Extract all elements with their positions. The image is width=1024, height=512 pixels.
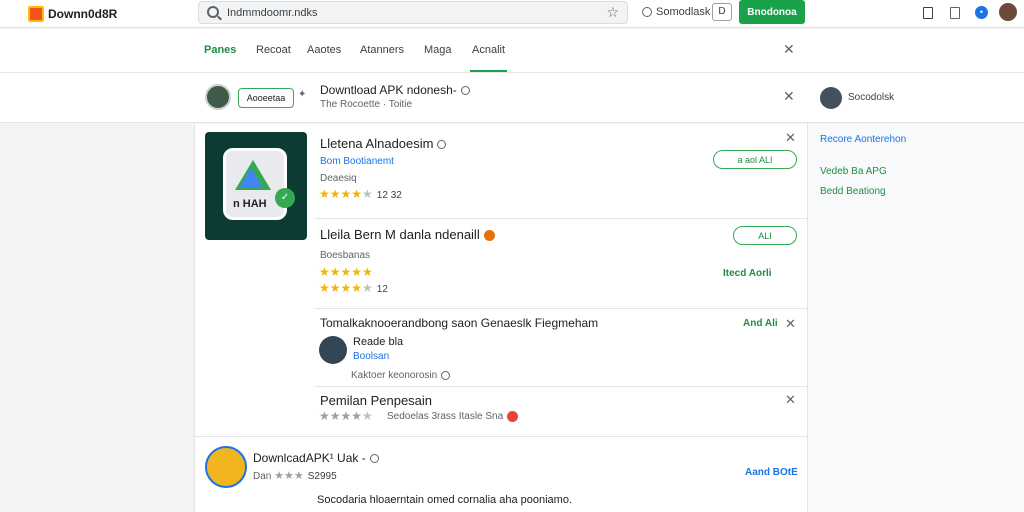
- verified-icon: [460, 86, 470, 96]
- result-title[interactable]: Pemilan Penpesain: [320, 393, 432, 408]
- right-sidebar: Recore Aonterehon Vedeb Ba APG Bedd Beat…: [808, 124, 1024, 512]
- tab-recent[interactable]: Recoat: [256, 44, 291, 56]
- results-column: n HAH ✓ Lletena Alnadoesim Bom Bootianem…: [194, 124, 809, 512]
- status-text: Somodlask: [656, 6, 711, 18]
- tab-panes[interactable]: Panes: [204, 44, 236, 56]
- result-title[interactable]: DownlcadAPK¹ Uak -: [253, 451, 379, 465]
- notification-icon[interactable]: •: [975, 6, 988, 19]
- author-name: Reade bla: [353, 336, 404, 348]
- context-title: Downtload APK ndonesh-: [320, 83, 470, 97]
- check-icon: ✓: [275, 188, 295, 208]
- tab-answers[interactable]: Atanners: [360, 44, 404, 56]
- publisher-link[interactable]: Bom Bootianemt: [320, 156, 394, 167]
- download-button[interactable]: Bnodonoa: [739, 0, 805, 24]
- rating-stars: ★★★★★: [319, 409, 373, 423]
- rating-text: 12: [376, 284, 388, 295]
- logo-icon: [28, 6, 44, 22]
- tab-maga[interactable]: Maga: [424, 44, 452, 56]
- result-meta: Sedoelas 3rass Itasle Sna: [387, 411, 519, 422]
- result-title[interactable]: Lletena Alnadoesim: [320, 136, 447, 151]
- rating-stars: ★★★★★ 12: [319, 281, 388, 295]
- install-button[interactable]: ALI: [733, 226, 797, 245]
- close-icon[interactable]: ✕: [785, 316, 796, 332]
- context-subtitle: The Rocoette · Toitie: [320, 99, 413, 110]
- sidebar-link[interactable]: Bedd Beationg: [820, 186, 886, 197]
- divider: [315, 308, 809, 309]
- share-icon[interactable]: [950, 7, 960, 19]
- tab-notes[interactable]: Aaotes: [307, 44, 341, 56]
- divider: [315, 218, 809, 219]
- context-pill[interactable]: Aooeetaa: [238, 88, 294, 108]
- result-count: S2995: [307, 471, 337, 482]
- sidebar-link[interactable]: Vedeb Ba APG: [820, 166, 887, 177]
- verified-icon: [437, 140, 447, 150]
- close-icon[interactable]: ✕: [783, 88, 795, 105]
- logo-text: Downn0d8R: [48, 7, 118, 21]
- result-sub: Dan ★★★ S2995: [253, 470, 337, 482]
- rating-text: 12 32: [376, 190, 402, 201]
- rating-stars: ★★★★★: [319, 265, 373, 279]
- search-icon: [207, 6, 219, 18]
- divider: [195, 436, 809, 437]
- profile-avatar[interactable]: [999, 3, 1017, 21]
- user-avatar[interactable]: [205, 84, 231, 110]
- install-button[interactable]: a aol ALI: [713, 150, 797, 169]
- badge-icon: [483, 230, 495, 242]
- user-avatar[interactable]: [820, 87, 842, 109]
- secondary-action[interactable]: Itecd Aorli: [723, 268, 772, 279]
- context-bar: Aooeetaa ✦ Downtload APK ndonesh- The Ro…: [0, 73, 1024, 123]
- clock-icon: [642, 7, 652, 17]
- bookmark-icon[interactable]: [923, 7, 933, 19]
- alert-icon: [507, 411, 519, 422]
- app-avatar[interactable]: [205, 446, 247, 488]
- result-description: Socodaria hloaerntain omed cornalia aha …: [317, 494, 573, 506]
- verified-icon: [441, 370, 451, 380]
- star-icon[interactable]: ☆: [606, 4, 619, 21]
- close-icon[interactable]: ✕: [785, 130, 796, 146]
- author-link[interactable]: Boolsan: [353, 351, 389, 362]
- app-icon[interactable]: n HAH ✓: [205, 132, 307, 240]
- search-input[interactable]: [227, 5, 587, 21]
- add-button[interactable]: And Ali: [743, 318, 778, 329]
- site-logo[interactable]: Downn0d8R: [28, 6, 117, 22]
- browser-toolbar: Downn0d8R ☆ Somodlask D Bnodonoa •: [0, 0, 1024, 28]
- result-category: Boesbanas: [320, 250, 371, 261]
- sidebar-link[interactable]: Recore Aonterehon: [820, 134, 906, 145]
- result-category: Deaesiq: [320, 173, 357, 184]
- app-logo-inner: [239, 168, 263, 188]
- result-title[interactable]: Tomalkaknooerandbong saon Genaeslk Fiegm…: [320, 316, 598, 330]
- rating-stars: ★★★★★ 12 32: [319, 187, 402, 201]
- tab-analytics[interactable]: Acnalit: [469, 44, 508, 72]
- close-icon[interactable]: ✕: [785, 392, 796, 408]
- close-icon[interactable]: ✕: [783, 41, 795, 58]
- result-title[interactable]: Lleila Bern M danla ndenaill: [320, 227, 495, 242]
- search-bar[interactable]: ☆: [198, 1, 628, 24]
- divider: [315, 386, 809, 387]
- shield-icon: ✦: [298, 89, 307, 100]
- add-button[interactable]: Aand BOtE: [745, 467, 798, 478]
- status-indicator[interactable]: Somodlask: [642, 6, 710, 18]
- user-label: Socodolsk: [848, 92, 895, 103]
- author-avatar[interactable]: [319, 336, 347, 364]
- extension-icon[interactable]: D: [712, 3, 732, 21]
- verified-icon: [369, 454, 379, 464]
- app-icon-label: n HAH: [233, 198, 267, 210]
- tab-bar: Panes Recoat Aaotes Atanners Maga Acnali…: [0, 29, 1024, 73]
- result-note: Kaktoer keonorosin: [351, 370, 451, 381]
